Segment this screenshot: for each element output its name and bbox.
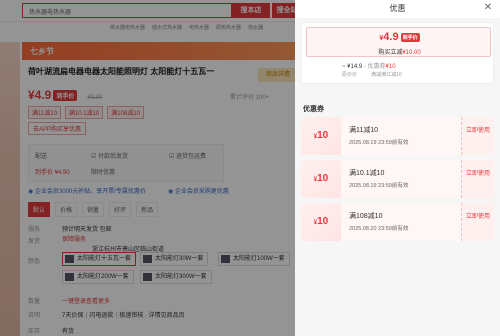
coupon-card: ¥10 满108减10 2025.08.20 23:59前有效 已领 立即使用: [301, 203, 494, 241]
use-coupon-button[interactable]: 立即使用: [461, 160, 494, 198]
coupon-expiry: 2025.08.20 23:59前有效: [349, 226, 409, 232]
drawer-title: 优惠: [389, 4, 406, 13]
calc-op: - 优惠券: [362, 64, 386, 70]
calc-note: 原价价: [342, 72, 358, 78]
drawer-header: 优惠 ✕: [295, 0, 500, 18]
use-coupon-button[interactable]: 立即使用: [461, 117, 494, 155]
coupon-amount-value: 10: [317, 130, 329, 141]
coupon-amount: ¥10: [301, 160, 341, 198]
coupon-amount: ¥10: [301, 117, 341, 155]
discount-prefix: 购买立减: [378, 50, 403, 56]
discount-summary: 购买立减¥10.00: [307, 47, 492, 56]
coupon-expiry: 2025.08.19 23:59前有效: [349, 140, 409, 146]
coupon-info: 满11减10 2025.08.19 23:59前有效 已领: [341, 117, 493, 155]
price-summary-card: ¥4.9 到手价 购买立减¥10.00 = ¥14.9 - 优惠券¥10 原价价 满…: [301, 22, 494, 84]
close-icon[interactable]: ✕: [482, 2, 494, 14]
coupon-amount-value: 10: [317, 216, 329, 227]
calc-coupon: ¥10: [385, 64, 396, 70]
price-highlight: ¥4.9 到手价 购买立减¥10.00: [306, 27, 491, 57]
coupon-amount: ¥10: [301, 203, 341, 241]
coupon-section-title: 优惠券: [303, 106, 324, 113]
coupon-drawer: 优惠 ✕ ¥4.9 到手价 购买立减¥10.00 = ¥14.9 - 优惠券¥10…: [295, 0, 500, 336]
coupon-name: 满10.1减10: [349, 170, 385, 177]
final-price: ¥4.9 到手价: [307, 31, 492, 43]
coupon-name: 满108减10: [349, 213, 383, 220]
coupon-name: 满11减10: [349, 127, 379, 134]
coupon-info: 满108减10 2025.08.20 23:59前有效 已领: [341, 203, 493, 241]
coupon-card: ¥10 满11减10 2025.08.19 23:59前有效 已领 立即使用: [301, 117, 494, 155]
coupon-amount-value: 10: [317, 173, 329, 184]
use-coupon-button[interactable]: 立即使用: [461, 203, 494, 241]
price-calc: = ¥14.9 - 优惠券¥10: [342, 61, 396, 70]
coupon-card: ¥10 满10.1减10 2025.08.19 23:59前有效 已领 立即使用: [301, 160, 494, 198]
calc-note: 满减满11减10: [371, 72, 402, 78]
final-price-value: 4.9: [383, 31, 399, 43]
calc-original: ¥14.9: [347, 64, 363, 70]
final-price-tag: 到手价: [400, 32, 420, 42]
discount-value: ¥10.00: [402, 50, 421, 56]
coupon-info: 满10.1减10 2025.08.19 23:59前有效 已领: [341, 160, 493, 198]
coupon-expiry: 2025.08.19 23:59前有效: [349, 183, 409, 189]
price-calc-notes: 原价价 满减满11减10: [342, 71, 416, 78]
